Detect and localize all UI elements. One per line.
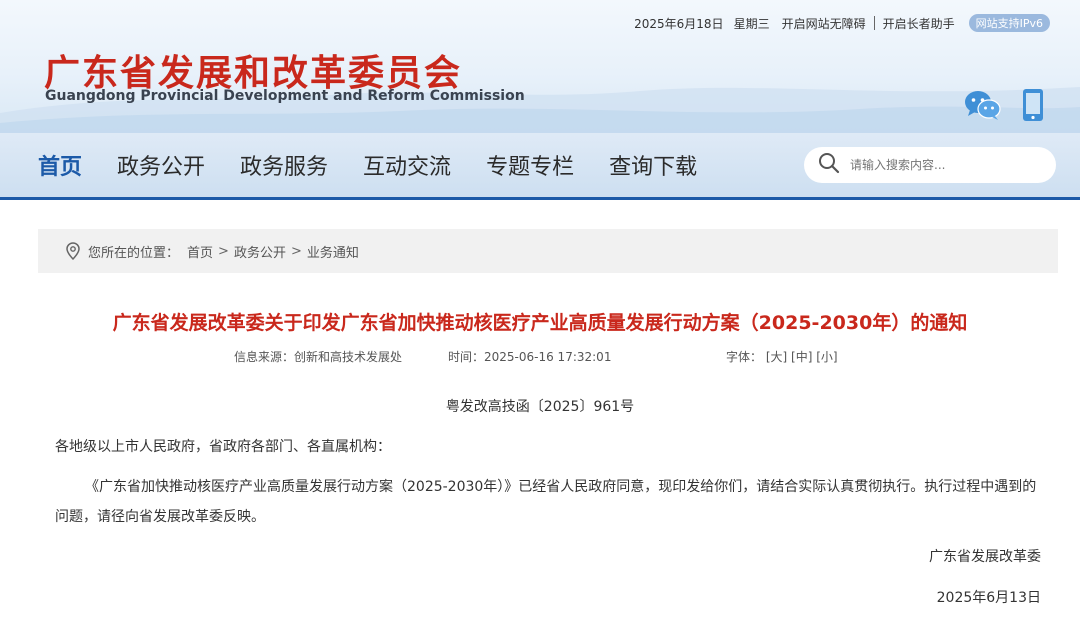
document-number: 粤发改高技函〔2025〕961号 <box>445 399 635 415</box>
location-pin-icon <box>66 242 80 260</box>
divider <box>873 16 875 30</box>
breadcrumb-separator: > <box>218 243 229 259</box>
article-salutation: 各地级以上市人民政府，省政府各部门、各直属机构： <box>55 439 391 455</box>
elder-assistant-link[interactable]: 开启长者助手 <box>883 15 955 32</box>
nav-item-gov-services[interactable]: 政务服务 <box>240 149 328 181</box>
site-logo-en: Guangdong Provincial Development and Ref… <box>45 88 525 104</box>
breadcrumb-link-gov-affairs[interactable]: 政务公开 <box>234 242 286 261</box>
breadcrumb-separator: > <box>290 243 302 259</box>
font-size-label: 字体： <box>726 350 763 364</box>
wechat-icon[interactable] <box>964 89 1002 125</box>
font-size-control: 字体： [大] [中] [小] <box>726 348 838 365</box>
article-body-paragraph: 《广东省加快推动核医疗产业高质量发展行动方案（2025-2030年）》已经省人民… <box>55 479 1037 525</box>
breadcrumb: 您所在的位置： 首页 > 政务公开 > 业务通知 <box>38 229 1058 273</box>
font-size-large-button[interactable]: [大] <box>766 350 787 364</box>
current-weekday: 星期三 <box>733 16 770 31</box>
nav-menu: 首页 政务公开 政务服务 互动交流 专题专栏 查询下载 <box>38 133 732 197</box>
nav-item-interaction[interactable]: 互动交流 <box>363 149 451 181</box>
article-time: 时间：2025-06-16 17:32:01 <box>448 350 612 364</box>
nav-item-query-download[interactable]: 查询下载 <box>609 149 697 181</box>
header-icons <box>964 88 1044 126</box>
accessibility-link[interactable]: 开启网站无障碍 <box>782 15 866 32</box>
main-nav: 首页 政务公开 政务服务 互动交流 专题专栏 查询下载 <box>0 133 1080 200</box>
breadcrumb-link-notices[interactable]: 业务通知 <box>307 242 359 261</box>
breadcrumb-label: 您所在的位置： <box>88 245 180 261</box>
top-utility-bar: 2025年6月18日 星期三 开启网站无障碍 开启长者助手 网站支持IPv6 <box>634 14 1050 32</box>
search-input[interactable] <box>850 158 1040 172</box>
article-title: 广东省发展改革委关于印发广东省加快推动核医疗产业高质量发展行动方案（2025-2… <box>112 312 968 334</box>
ipv6-badge: 网站支持IPv6 <box>968 14 1050 32</box>
breadcrumb-link-home[interactable]: 首页 <box>187 242 213 261</box>
mobile-icon[interactable] <box>1022 88 1044 126</box>
nav-item-gov-affairs[interactable]: 政务公开 <box>117 149 205 181</box>
current-date: 2025年6月18日 <box>634 16 724 31</box>
search-box[interactable] <box>804 147 1056 183</box>
site-header: 2025年6月18日 星期三 开启网站无障碍 开启长者助手 网站支持IPv6 广… <box>0 0 1080 133</box>
font-size-medium-button[interactable]: [中] <box>791 350 812 364</box>
font-size-small-button[interactable]: [小] <box>816 350 837 364</box>
search-icon[interactable] <box>818 152 840 178</box>
article-signature: 广东省发展改革委 <box>929 549 1041 565</box>
nav-item-special-topics[interactable]: 专题专栏 <box>486 149 574 181</box>
nav-item-home[interactable]: 首页 <box>38 149 82 181</box>
article-source: 信息来源：创新和高技术发展处 <box>234 350 403 364</box>
article-date: 2025年6月13日 <box>936 590 1041 606</box>
